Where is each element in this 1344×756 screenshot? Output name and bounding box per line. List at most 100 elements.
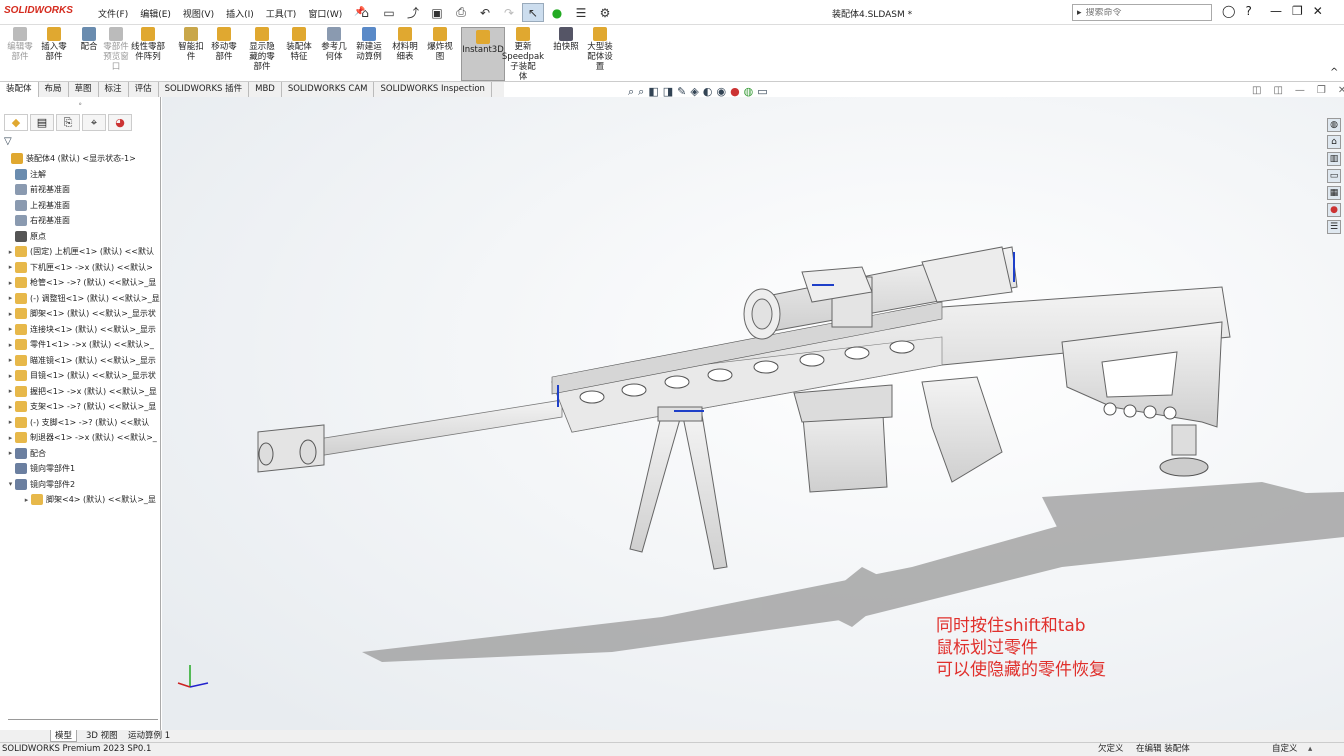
expand-icon[interactable]: ▸ bbox=[6, 341, 15, 349]
expand-icon[interactable]: ▸ bbox=[6, 279, 15, 287]
tile-vertical-icon[interactable]: ◫ bbox=[1273, 85, 1282, 96]
new-document-icon[interactable]: ▭ bbox=[378, 3, 400, 22]
collapse-ribbon-icon[interactable]: ^ bbox=[1330, 67, 1338, 78]
appearances-icon[interactable]: ● bbox=[1327, 203, 1341, 217]
tree-node[interactable]: 右视基准面 bbox=[0, 213, 160, 229]
expand-icon[interactable]: ▸ bbox=[6, 310, 15, 318]
menu-item[interactable]: 插入(I) bbox=[226, 7, 254, 20]
expand-icon[interactable]: ▾ bbox=[6, 480, 15, 488]
tab-0[interactable]: 装配体 bbox=[0, 82, 39, 97]
display-manager-tab-icon[interactable]: ◕ bbox=[108, 114, 132, 131]
filter-icon[interactable]: ▽ bbox=[4, 136, 12, 147]
feature-tree-tab-icon[interactable]: ◆ bbox=[4, 114, 28, 131]
home-icon[interactable]: ⌂ bbox=[354, 3, 376, 22]
tree-node[interactable]: ▸ 脚架<4> (默认) <<默认>_显 bbox=[0, 492, 160, 508]
tree-scrollbar[interactable] bbox=[8, 719, 158, 720]
dimxpert-tab-icon[interactable]: ⌖ bbox=[82, 114, 106, 131]
tab-3[interactable]: 标注 bbox=[99, 82, 129, 97]
ribbon-button[interactable]: 插入零 部件 bbox=[38, 27, 70, 62]
tree-node[interactable]: ▸ 零件1<1> ->x (默认) <<默认>_ bbox=[0, 337, 160, 353]
tab-8[interactable]: SOLIDWORKS Inspection bbox=[374, 82, 492, 97]
print-icon[interactable]: ⎙ bbox=[450, 3, 472, 22]
tree-node[interactable]: ▾ 镜向零部件2 bbox=[0, 477, 160, 493]
tree-node[interactable]: ▸ 支架<1> ->? (默认) <<默认>_显 bbox=[0, 399, 160, 415]
expand-icon[interactable]: ▸ bbox=[6, 418, 15, 426]
tree-node[interactable]: 装配体4 (默认) <显示状态-1> bbox=[0, 151, 160, 167]
graphics-area[interactable]: 同时按住shift和tab 鼠标划过零件 可以使隐藏的零件恢复 bbox=[162, 97, 1344, 731]
expand-icon[interactable]: ▸ bbox=[6, 294, 15, 302]
options-gear-icon[interactable]: ⚙ bbox=[594, 3, 616, 22]
menu-item[interactable]: 工具(T) bbox=[266, 7, 297, 20]
ribbon-button[interactable]: 线性零部 件阵列 bbox=[131, 27, 165, 62]
search-input[interactable] bbox=[1085, 7, 1196, 18]
tree-node[interactable]: 前视基准面 bbox=[0, 182, 160, 198]
ribbon-button[interactable]: 智能扣 件 bbox=[175, 27, 207, 62]
expand-icon[interactable]: ▸ bbox=[6, 356, 15, 364]
ribbon-button[interactable]: 移动零 部件 bbox=[208, 27, 240, 62]
tree-node[interactable]: ▸ 配合 bbox=[0, 446, 160, 462]
view-palette-icon[interactable]: ▦ bbox=[1327, 186, 1341, 200]
open-icon[interactable]: ⤴ bbox=[402, 3, 424, 22]
redo-icon[interactable]: ↷ bbox=[498, 3, 520, 22]
menu-item[interactable]: 文件(F) bbox=[98, 7, 128, 20]
tree-node[interactable]: ▸ (-) 调整钮<1> (默认) <<默认>_显 bbox=[0, 291, 160, 307]
home-icon[interactable]: ⌂ bbox=[1327, 135, 1341, 149]
expand-icon[interactable]: ▸ bbox=[6, 325, 15, 333]
ribbon-button[interactable]: 更新 Speedpak 子装配 体 bbox=[502, 27, 544, 82]
tile-icon[interactable]: ◫ bbox=[1252, 85, 1261, 96]
undo-icon[interactable]: ↶ bbox=[474, 3, 496, 22]
ribbon-button[interactable]: Instant3D bbox=[461, 27, 505, 81]
expand-icon[interactable]: ▸ bbox=[6, 248, 15, 256]
tree-node[interactable]: 上视基准面 bbox=[0, 198, 160, 214]
tab-4[interactable]: 评估 bbox=[129, 82, 159, 97]
ribbon-button[interactable]: 零部件 预览窗 口 bbox=[100, 27, 132, 72]
expand-icon[interactable]: ▸ bbox=[22, 496, 31, 504]
tree-node[interactable]: ▸ 脚架<1> (默认) <<默认>_显示状 bbox=[0, 306, 160, 322]
tree-node[interactable]: ▸ 制退器<1> ->x (默认) <<默认>_ bbox=[0, 430, 160, 446]
menu-item[interactable]: 视图(V) bbox=[183, 7, 214, 20]
expand-icon[interactable]: ▸ bbox=[6, 403, 15, 411]
ribbon-button[interactable]: 大型装 配体设 置 bbox=[584, 27, 616, 72]
expand-icon[interactable]: ▸ bbox=[6, 372, 15, 380]
viewport-minimize-icon[interactable]: — bbox=[1295, 85, 1305, 96]
ribbon-button[interactable]: 新建运 动算例 bbox=[353, 27, 385, 62]
ribbon-button[interactable]: 装配体 特征 bbox=[283, 27, 315, 62]
ribbon-button[interactable]: 爆炸视 图 bbox=[424, 27, 456, 62]
custom-properties-icon[interactable]: ☰ bbox=[1327, 220, 1341, 234]
solidworks-resources-icon[interactable]: ◍ bbox=[1327, 118, 1341, 132]
menu-item[interactable]: 窗口(W) bbox=[308, 7, 342, 20]
tree-node[interactable]: 注解 bbox=[0, 167, 160, 183]
viewport-restore-icon[interactable]: ❐ bbox=[1317, 85, 1326, 96]
tab-1[interactable]: 布局 bbox=[39, 82, 69, 97]
ribbon-button[interactable]: 参考几 何体 bbox=[318, 27, 350, 62]
tab-model[interactable]: 模型 bbox=[50, 730, 78, 742]
select-icon[interactable]: ↖ bbox=[522, 3, 544, 22]
expand-icon[interactable]: ▸ bbox=[6, 263, 15, 271]
tab-2[interactable]: 草图 bbox=[69, 82, 99, 97]
ribbon-button[interactable]: 拍快照 bbox=[550, 27, 582, 52]
tab-motion-study[interactable]: 运动算例 1 bbox=[124, 730, 174, 742]
status-units[interactable]: 自定义 bbox=[1272, 743, 1298, 756]
user-icon[interactable]: ◯ bbox=[1222, 4, 1235, 18]
panel-grip[interactable]: ∘ bbox=[78, 100, 82, 108]
menu-item[interactable]: 编辑(E) bbox=[140, 7, 171, 20]
file-properties-icon[interactable]: ☰ bbox=[570, 3, 592, 22]
ribbon-button[interactable]: 材料明 细表 bbox=[389, 27, 421, 62]
help-icon[interactable]: ? bbox=[1245, 4, 1251, 18]
search-box[interactable]: ▸ bbox=[1072, 4, 1212, 21]
expand-icon[interactable]: ▸ bbox=[6, 449, 15, 457]
ribbon-button[interactable]: 编辑零 部件 bbox=[4, 27, 36, 62]
tree-node[interactable]: 原点 bbox=[0, 229, 160, 245]
minimize-icon[interactable]: — bbox=[1270, 4, 1282, 18]
tree-node[interactable]: ▸ 目镜<1> (默认) <<默认>_显示状 bbox=[0, 368, 160, 384]
tree-node[interactable]: ▸ 瞄准镜<1> (默认) <<默认>_显示 bbox=[0, 353, 160, 369]
tab-5[interactable]: SOLIDWORKS 插件 bbox=[159, 82, 250, 97]
save-icon[interactable]: ▣ bbox=[426, 3, 448, 22]
expand-icon[interactable]: ▸ bbox=[6, 434, 15, 442]
tree-node[interactable]: ▸ 握把<1> ->x (默认) <<默认>_显 bbox=[0, 384, 160, 400]
tab-3d-view[interactable]: 3D 视图 bbox=[82, 730, 122, 742]
tab-6[interactable]: MBD bbox=[249, 82, 282, 97]
status-expand-icon[interactable]: ▴ bbox=[1308, 743, 1312, 756]
rebuild-icon[interactable]: ● bbox=[546, 3, 568, 22]
configuration-manager-tab-icon[interactable]: ⎘ bbox=[56, 114, 80, 131]
